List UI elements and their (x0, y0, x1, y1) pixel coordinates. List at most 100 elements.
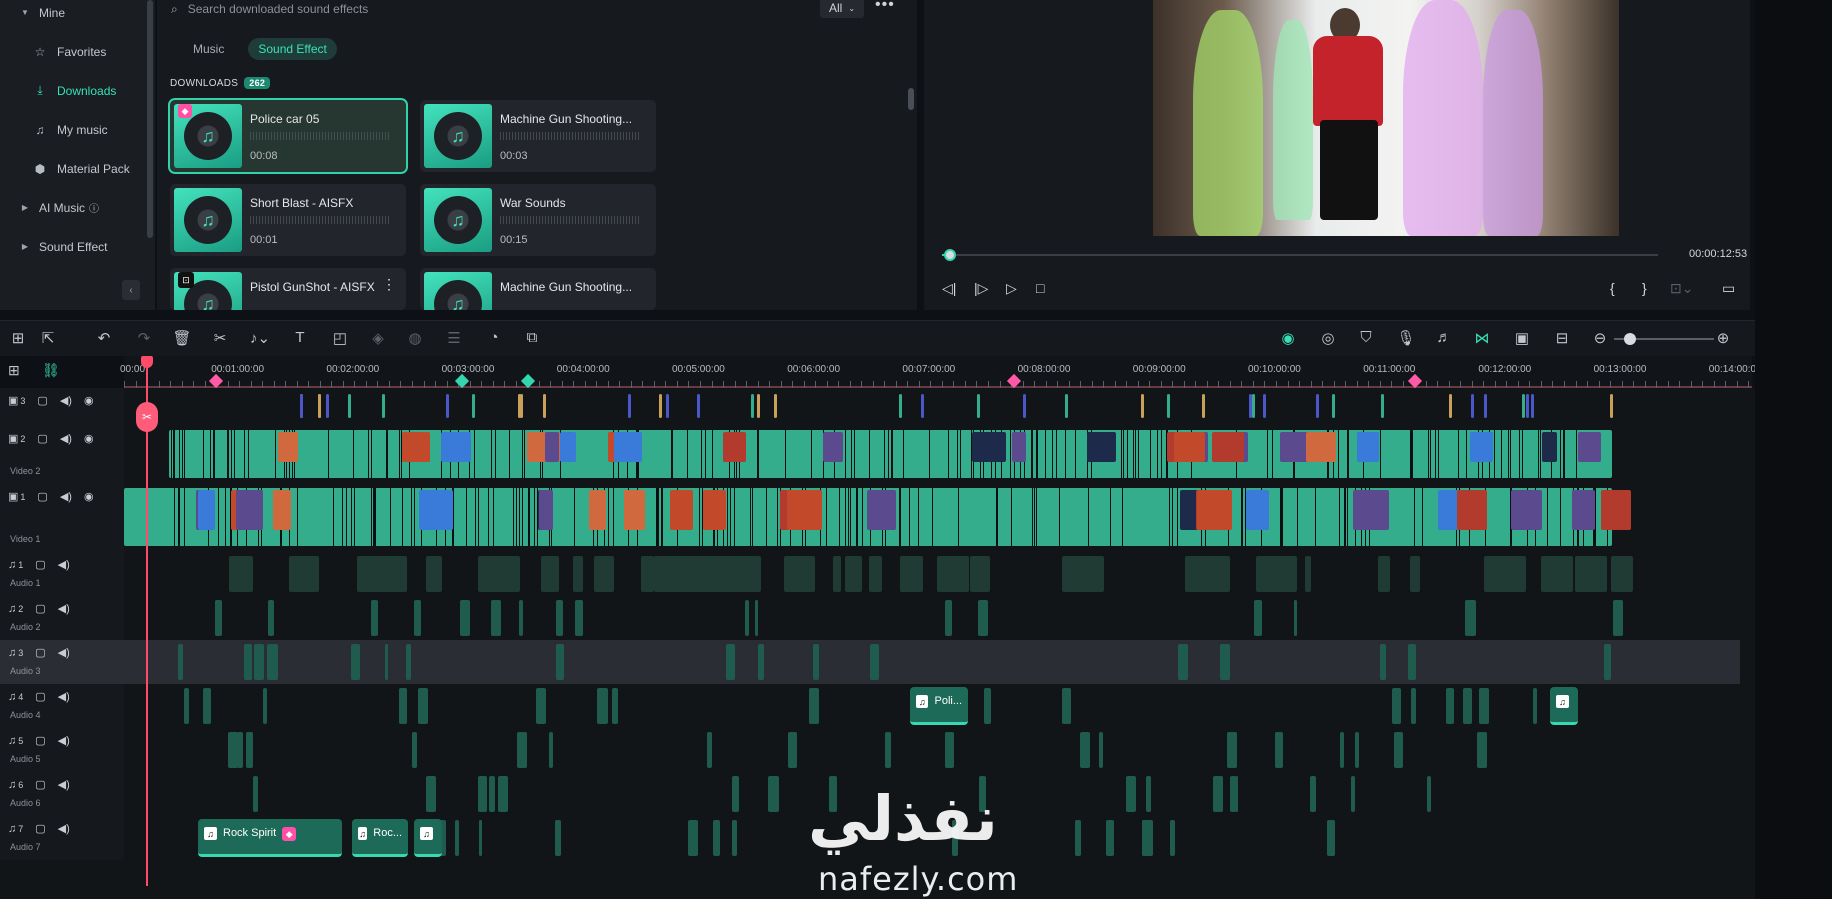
audio-clip[interactable] (412, 732, 418, 768)
audio-clip[interactable] (426, 776, 436, 812)
track-header[interactable]: ♫ 1 ▢ ◀) Audio 1 (0, 552, 124, 596)
audio-clip[interactable] (478, 776, 488, 812)
speed-icon[interactable]: ◔ (484, 329, 504, 346)
audio-clip[interactable] (227, 732, 239, 768)
snap-icon[interactable]: ⋈ (1472, 329, 1492, 347)
audio-tool-icon[interactable]: ♪⌄ (250, 329, 270, 347)
audio-clip[interactable] (732, 556, 761, 592)
ai-mate-icon[interactable]: ◉ (1278, 329, 1298, 347)
video-preview[interactable] (1153, 0, 1619, 236)
audio-clip[interactable] (253, 644, 265, 680)
effect-clip[interactable] (1531, 394, 1535, 418)
audio-clip[interactable] (573, 556, 583, 592)
audio-clip[interactable] (1603, 644, 1612, 680)
audio-clip[interactable] (1079, 732, 1090, 768)
audio-clip[interactable] (1327, 820, 1335, 856)
audio-clip-labeled[interactable]: ♫ (414, 819, 442, 857)
eye-icon[interactable]: ◉ (84, 394, 94, 407)
audio-clip[interactable] (1304, 556, 1311, 592)
folder-icon[interactable]: ▢ (35, 734, 45, 747)
speaker-icon[interactable]: ◀) (58, 734, 70, 747)
audio-clip[interactable] (215, 600, 223, 636)
audio-clip[interactable] (1339, 732, 1344, 768)
audio-clip[interactable] (969, 556, 991, 592)
effect-clip[interactable] (1471, 394, 1475, 418)
audio-clip[interactable] (184, 688, 190, 724)
audio-clip[interactable] (1465, 600, 1477, 636)
audio-clip[interactable] (1411, 688, 1417, 724)
audio-clip[interactable] (398, 688, 407, 724)
audio-clip[interactable] (177, 644, 183, 680)
filter-dropdown[interactable]: All ⌄ (820, 0, 864, 18)
effect-clip[interactable] (347, 394, 351, 418)
effect-clip[interactable] (977, 394, 981, 418)
translate-icon[interactable]: ⧉ (522, 329, 542, 346)
search-input[interactable]: Search downloaded sound effects (188, 2, 369, 16)
audio-clip[interactable] (541, 556, 560, 592)
audio-clip[interactable] (611, 688, 619, 724)
audio-clip[interactable] (413, 600, 421, 636)
zoom-in-icon[interactable]: ⊕ (1713, 329, 1733, 347)
audio-clip[interactable] (1351, 776, 1355, 812)
audio-clip[interactable] (1394, 732, 1403, 768)
audio-clip[interactable] (1106, 820, 1114, 856)
audio-clip[interactable] (246, 732, 254, 768)
audio-clip[interactable] (1446, 688, 1454, 724)
audio-clip[interactable] (1126, 776, 1136, 812)
audio-clip[interactable] (681, 556, 707, 592)
eye-icon[interactable]: ◉ (84, 490, 94, 503)
track-header[interactable]: ▣ 2 ▢ ◀) ◉ Video 2 (0, 426, 124, 484)
sidebar-group-mine[interactable]: ▼ Mine (0, 0, 150, 32)
audio-clip[interactable] (847, 556, 863, 592)
audio-clip[interactable] (1309, 776, 1316, 812)
audio-clip[interactable] (808, 688, 819, 724)
stop-icon[interactable]: □ (1036, 280, 1044, 296)
folder-icon[interactable]: ▢ (37, 432, 47, 445)
audio-clip[interactable] (1177, 644, 1189, 680)
cut-icon[interactable]: ✂ (210, 329, 230, 347)
audio-clip-labeled[interactable]: ♫ Rock Spirit ◆ (198, 819, 342, 857)
audio-clip[interactable] (460, 600, 471, 636)
track-header[interactable]: ♫ 2 ▢ ◀) Audio 2 (0, 596, 124, 640)
audio-clip[interactable] (868, 556, 883, 592)
undo-icon[interactable]: ↶ (94, 329, 114, 347)
audio-clip[interactable] (788, 732, 797, 768)
effect-clip[interactable] (658, 394, 662, 418)
audio-clip[interactable] (937, 556, 970, 592)
effect-clip[interactable] (666, 394, 670, 418)
track-lane[interactable] (124, 728, 1740, 772)
track-header[interactable]: ♫ 3 ▢ ◀) Audio 3 (0, 640, 124, 684)
effect-clip[interactable] (1201, 394, 1205, 418)
folder-icon[interactable]: ▢ (35, 822, 45, 835)
crop-icon[interactable]: ◰ (330, 329, 350, 347)
preview-scrubber[interactable] (942, 254, 1658, 256)
audio-clip[interactable] (1266, 556, 1298, 592)
sidebar-group-ai-music[interactable]: ▶ AI Music ⓘ (0, 188, 150, 227)
audio-clip[interactable] (455, 820, 460, 856)
audio-clip[interactable] (869, 644, 879, 680)
audio-clip[interactable] (1612, 600, 1623, 636)
split-icon[interactable]: ✂ (136, 402, 158, 432)
mask-icon[interactable]: ◈ (368, 329, 388, 347)
effect-clip[interactable] (750, 394, 754, 418)
audio-clip[interactable] (984, 688, 991, 724)
audio-clip[interactable] (1234, 776, 1239, 812)
collapse-sidebar-button[interactable]: ‹ (122, 280, 140, 300)
track-lane[interactable]: ♫ Poli... ♫ (124, 684, 1740, 728)
add-track-icon[interactable]: ⊞ (8, 362, 20, 379)
speaker-icon[interactable]: ◀) (58, 558, 70, 571)
audio-clip[interactable] (508, 556, 520, 592)
audio-clip[interactable] (406, 644, 412, 680)
more-options-icon[interactable]: ••• (875, 0, 895, 14)
speaker-icon[interactable]: ◀) (58, 646, 70, 659)
audio-clip[interactable] (944, 600, 953, 636)
microphone-icon[interactable]: 🎙 (1396, 329, 1416, 347)
audio-clip[interactable] (1377, 556, 1391, 592)
audio-clip[interactable] (744, 600, 749, 636)
playhead[interactable] (146, 356, 148, 886)
audio-clip[interactable] (1293, 600, 1298, 636)
effect-clip[interactable] (300, 394, 304, 418)
eye-icon[interactable]: ◉ (84, 432, 94, 445)
audio-clip[interactable] (262, 688, 267, 724)
track-lane[interactable] (124, 426, 1740, 484)
